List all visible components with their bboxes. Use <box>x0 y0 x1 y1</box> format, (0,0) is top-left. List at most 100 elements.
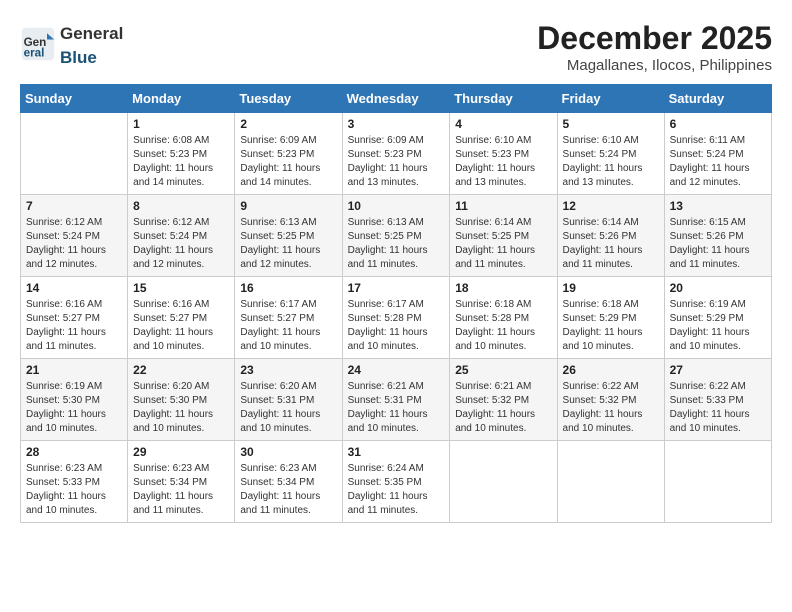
day-info: Sunrise: 6:16 AM Sunset: 5:27 PM Dayligh… <box>133 298 229 354</box>
day-info: Sunrise: 6:23 AM Sunset: 5:34 PM Dayligh… <box>133 462 229 518</box>
day-info: Sunrise: 6:12 AM Sunset: 5:24 PM Dayligh… <box>26 216 122 272</box>
day-number: 9 <box>240 199 336 213</box>
day-number: 13 <box>670 199 766 213</box>
calendar-cell: 1Sunrise: 6:08 AM Sunset: 5:23 PM Daylig… <box>128 113 235 195</box>
day-info: Sunrise: 6:10 AM Sunset: 5:23 PM Dayligh… <box>455 134 551 190</box>
calendar-cell <box>664 441 771 523</box>
day-number: 25 <box>455 363 551 377</box>
calendar-cell: 19 Sunrise: 6:18 AM Sunset: 5:29 PM Dayli… <box>557 277 664 359</box>
day-info: Sunrise: 6:17 AM Sunset: 5:28 PM Dayligh… <box>348 298 445 354</box>
calendar-cell: 27 Sunrise: 6:22 AM Sunset: 5:33 PM Dayli… <box>664 359 771 441</box>
calendar-week-row: 14 Sunrise: 6:16 AM Sunset: 5:27 PM Dayli… <box>21 277 772 359</box>
month-title: December 2025 <box>537 20 772 57</box>
day-number: 17 <box>348 281 445 295</box>
day-number: 4 <box>455 117 551 131</box>
calendar-cell: 8Sunrise: 6:12 AM Sunset: 5:24 PM Daylig… <box>128 195 235 277</box>
weekday-header-row: SundayMondayTuesdayWednesdayThursdayFrid… <box>21 85 772 113</box>
calendar-cell: 9Sunrise: 6:13 AM Sunset: 5:25 PM Daylig… <box>235 195 342 277</box>
day-info: Sunrise: 6:10 AM Sunset: 5:24 PM Dayligh… <box>563 134 659 190</box>
day-number: 10 <box>348 199 445 213</box>
day-number: 12 <box>563 199 659 213</box>
day-number: 28 <box>26 445 122 459</box>
day-info: Sunrise: 6:14 AM Sunset: 5:25 PM Dayligh… <box>455 216 551 272</box>
day-info: Sunrise: 6:09 AM Sunset: 5:23 PM Dayligh… <box>348 134 445 190</box>
day-info: Sunrise: 6:22 AM Sunset: 5:32 PM Dayligh… <box>563 380 659 436</box>
calendar-cell: 18Sunrise: 6:18 AM Sunset: 5:28 PM Dayli… <box>450 277 557 359</box>
day-info: Sunrise: 6:23 AM Sunset: 5:33 PM Dayligh… <box>26 462 122 518</box>
day-info: Sunrise: 6:21 AM Sunset: 5:31 PM Dayligh… <box>348 380 445 436</box>
day-number: 29 <box>133 445 229 459</box>
day-number: 23 <box>240 363 336 377</box>
day-info: Sunrise: 6:24 AM Sunset: 5:35 PM Dayligh… <box>348 462 445 518</box>
calendar-cell: 4 Sunrise: 6:10 AM Sunset: 5:23 PM Daylig… <box>450 113 557 195</box>
weekday-header: Friday <box>557 85 664 113</box>
calendar-week-row: 28 Sunrise: 6:23 AM Sunset: 5:33 PM Dayli… <box>21 441 772 523</box>
day-number: 21 <box>26 363 122 377</box>
day-info: Sunrise: 6:16 AM Sunset: 5:27 PM Dayligh… <box>26 298 122 354</box>
title-block: December 2025 Magallanes, Ilocos, Philip… <box>537 20 772 74</box>
day-info: Sunrise: 6:20 AM Sunset: 5:30 PM Dayligh… <box>133 380 229 436</box>
calendar-cell: 28 Sunrise: 6:23 AM Sunset: 5:33 PM Dayli… <box>21 441 128 523</box>
weekday-header: Tuesday <box>235 85 342 113</box>
calendar-cell <box>450 441 557 523</box>
calendar-cell: 29 Sunrise: 6:23 AM Sunset: 5:34 PM Dayli… <box>128 441 235 523</box>
day-info: Sunrise: 6:18 AM Sunset: 5:28 PM Dayligh… <box>455 298 551 354</box>
day-info: Sunrise: 6:20 AM Sunset: 5:31 PM Dayligh… <box>240 380 336 436</box>
calendar-cell: 11 Sunrise: 6:14 AM Sunset: 5:25 PM Dayli… <box>450 195 557 277</box>
day-number: 11 <box>455 199 551 213</box>
day-info: Sunrise: 6:13 AM Sunset: 5:25 PM Dayligh… <box>348 216 445 272</box>
weekday-header: Sunday <box>21 85 128 113</box>
calendar-cell: 10 Sunrise: 6:13 AM Sunset: 5:25 PM Dayli… <box>342 195 450 277</box>
day-number: 7 <box>26 199 122 213</box>
day-number: 1 <box>133 117 229 131</box>
day-info: Sunrise: 6:19 AM Sunset: 5:30 PM Dayligh… <box>26 380 122 436</box>
day-number: 15 <box>133 281 229 295</box>
day-number: 2 <box>240 117 336 131</box>
weekday-header: Thursday <box>450 85 557 113</box>
day-number: 24 <box>348 363 445 377</box>
calendar-cell: 20Sunrise: 6:19 AM Sunset: 5:29 PM Dayli… <box>664 277 771 359</box>
calendar-cell: 15 Sunrise: 6:16 AM Sunset: 5:27 PM Dayli… <box>128 277 235 359</box>
day-info: Sunrise: 6:22 AM Sunset: 5:33 PM Dayligh… <box>670 380 766 436</box>
calendar-cell: 2Sunrise: 6:09 AM Sunset: 5:23 PM Daylig… <box>235 113 342 195</box>
calendar-week-row: 7 Sunrise: 6:12 AM Sunset: 5:24 PM Daylig… <box>21 195 772 277</box>
weekday-header: Monday <box>128 85 235 113</box>
day-info: Sunrise: 6:21 AM Sunset: 5:32 PM Dayligh… <box>455 380 551 436</box>
logo-general: General <box>60 24 123 43</box>
calendar-cell: 24 Sunrise: 6:21 AM Sunset: 5:31 PM Dayli… <box>342 359 450 441</box>
day-number: 6 <box>670 117 766 131</box>
day-number: 22 <box>133 363 229 377</box>
day-number: 14 <box>26 281 122 295</box>
calendar-cell: 25 Sunrise: 6:21 AM Sunset: 5:32 PM Dayli… <box>450 359 557 441</box>
location: Magallanes, Ilocos, Philippines <box>537 57 772 74</box>
day-number: 19 <box>563 281 659 295</box>
day-info: Sunrise: 6:18 AM Sunset: 5:29 PM Dayligh… <box>563 298 659 354</box>
calendar-cell <box>557 441 664 523</box>
svg-text:eral: eral <box>24 47 45 60</box>
day-info: Sunrise: 6:11 AM Sunset: 5:24 PM Dayligh… <box>670 134 766 190</box>
calendar-cell: 21 Sunrise: 6:19 AM Sunset: 5:30 PM Dayli… <box>21 359 128 441</box>
calendar-cell <box>21 113 128 195</box>
day-info: Sunrise: 6:17 AM Sunset: 5:27 PM Dayligh… <box>240 298 336 354</box>
calendar-week-row: 1Sunrise: 6:08 AM Sunset: 5:23 PM Daylig… <box>21 113 772 195</box>
logo: Gen eral General Blue <box>20 20 123 68</box>
day-number: 3 <box>348 117 445 131</box>
calendar-cell: 7 Sunrise: 6:12 AM Sunset: 5:24 PM Daylig… <box>21 195 128 277</box>
calendar-cell: 17 Sunrise: 6:17 AM Sunset: 5:28 PM Dayli… <box>342 277 450 359</box>
day-info: Sunrise: 6:14 AM Sunset: 5:26 PM Dayligh… <box>563 216 659 272</box>
calendar-cell: 5Sunrise: 6:10 AM Sunset: 5:24 PM Daylig… <box>557 113 664 195</box>
logo-icon: Gen eral <box>20 26 56 62</box>
page-header: Gen eral General Blue December 2025 Maga… <box>20 20 772 74</box>
day-info: Sunrise: 6:23 AM Sunset: 5:34 PM Dayligh… <box>240 462 336 518</box>
calendar-cell: 12 Sunrise: 6:14 AM Sunset: 5:26 PM Dayli… <box>557 195 664 277</box>
day-number: 27 <box>670 363 766 377</box>
day-number: 30 <box>240 445 336 459</box>
logo-blue: Blue <box>60 48 97 67</box>
day-number: 26 <box>563 363 659 377</box>
calendar-cell: 23 Sunrise: 6:20 AM Sunset: 5:31 PM Dayli… <box>235 359 342 441</box>
calendar-table: SundayMondayTuesdayWednesdayThursdayFrid… <box>20 84 772 523</box>
calendar-cell: 13Sunrise: 6:15 AM Sunset: 5:26 PM Dayli… <box>664 195 771 277</box>
weekday-header: Wednesday <box>342 85 450 113</box>
day-number: 16 <box>240 281 336 295</box>
calendar-cell: 6 Sunrise: 6:11 AM Sunset: 5:24 PM Daylig… <box>664 113 771 195</box>
